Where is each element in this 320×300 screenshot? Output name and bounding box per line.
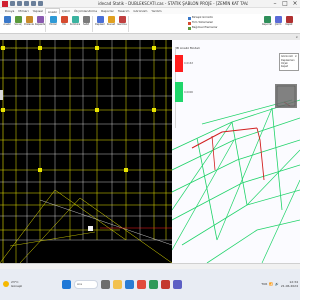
app-logo-icon <box>2 1 8 7</box>
save-icon[interactable] <box>24 1 29 6</box>
capacity-icon <box>36 16 44 23</box>
wifi-icon[interactable]: 📶 <box>269 282 273 286</box>
result-icon <box>14 16 22 23</box>
plan-side-scroll[interactable] <box>0 90 3 100</box>
stress-icon <box>118 16 126 23</box>
task-view-icon[interactable] <box>101 279 110 289</box>
force-icon <box>107 16 115 23</box>
weather-desc: Güneşli <box>11 284 23 288</box>
clock[interactable]: 12:34 21.06.2024 <box>281 280 298 288</box>
volume-icon[interactable]: 🔊 <box>275 282 279 286</box>
open-file-icon[interactable] <box>17 1 22 6</box>
combination-button[interactable]: Kombinasyon <box>70 15 80 33</box>
excel-icon[interactable] <box>149 279 158 289</box>
ribbon-panel: Analiz Sonuç Düzenle Kapasite Modal Yük … <box>0 14 300 34</box>
plan-drawing[interactable] <box>0 40 172 263</box>
ribbon-separator <box>128 16 129 32</box>
title-bar: idecad Statik - DUBLEKSCATI.cas - STATIK… <box>0 0 300 8</box>
analyze-icon <box>3 16 11 23</box>
ribbon-separator <box>45 16 46 32</box>
modal-icon <box>49 16 57 23</box>
close-button[interactable]: × <box>290 0 300 8</box>
option-independent-elements[interactable]: Bağımsız Elemanlar <box>188 26 218 30</box>
report-icon <box>263 16 271 23</box>
modal-button[interactable]: Modal <box>48 15 58 33</box>
clock-date: 21.06.2024 <box>280 284 298 288</box>
sun-icon <box>3 281 9 287</box>
model-mesh <box>172 99 300 263</box>
new-file-icon[interactable] <box>10 1 15 6</box>
load-icon <box>60 16 68 23</box>
all-loads-icon <box>188 21 191 25</box>
popup-close-icon[interactable]: × <box>294 54 297 58</box>
redo-icon[interactable] <box>38 1 43 6</box>
combination-icon <box>71 16 79 23</box>
maximize-button[interactable]: □ <box>280 0 290 8</box>
drawing-icon <box>274 16 282 23</box>
model-slab-block <box>275 84 297 108</box>
stress-button[interactable]: Gerilme <box>117 15 127 33</box>
force-button[interactable]: Kuvvet <box>106 15 116 33</box>
language-indicator[interactable]: TUR <box>261 282 267 286</box>
plan-view[interactable]: Plan Görünümü <box>0 34 172 263</box>
chrome-browser-icon[interactable] <box>137 279 146 289</box>
combined-view-icon <box>188 16 191 20</box>
load-button[interactable]: Yük <box>59 15 69 33</box>
start-menu-icon[interactable] <box>62 279 71 289</box>
plan-vertical-lines <box>2 40 167 263</box>
ribbon-group-loads: Modal Yük Kombinasyon Sabit <box>48 15 91 33</box>
close-panel-button[interactable]: Kapat <box>284 15 294 33</box>
idecad-app-icon[interactable] <box>161 279 170 289</box>
option-all-loads[interactable]: Tüm Yüklemeleri <box>188 21 218 25</box>
ribbon-separator <box>92 16 93 32</box>
fixed-icon <box>82 16 90 23</box>
displacement-button[interactable]: Deplasman <box>95 15 105 33</box>
ribbon-group-output: Raporlama Çizim Kapat <box>262 15 294 33</box>
edit-button[interactable]: Düzenle <box>24 15 34 33</box>
drawing-button[interactable]: Çizim <box>273 15 283 33</box>
taskbar-search[interactable]: Ara <box>74 279 98 289</box>
view-options-popup[interactable]: Görünüm × Deplasman Ölçek Kapat <box>279 53 299 71</box>
plan-horizontal-lines <box>0 47 172 241</box>
edge-browser-icon[interactable] <box>125 279 134 289</box>
app-window: idecad Statik - DUBLEKSCATI.cas - STATIK… <box>0 0 300 300</box>
window-controls: – □ × <box>270 0 300 8</box>
analyze-button[interactable]: Analiz <box>2 15 12 33</box>
option-combined-view[interactable]: Birleşik Görüntü <box>188 16 218 20</box>
ribbon-group-analysis: Analiz Sonuç Düzenle Kapasite <box>2 15 45 33</box>
edit-icon <box>25 16 33 23</box>
plan-diagonal-lines <box>0 189 172 263</box>
result-button[interactable]: Sonuç <box>13 15 23 33</box>
quick-access-toolbar <box>10 1 50 7</box>
fixed-button[interactable]: Sabit <box>81 15 91 33</box>
taskbar-apps: Ara <box>62 276 182 292</box>
teams-icon[interactable] <box>173 279 182 289</box>
displacement-icon <box>96 16 104 23</box>
system-tray: TUR 📶 🔊 12:34 21.06.2024 <box>261 276 298 292</box>
plan-columns <box>1 46 156 231</box>
undo-icon[interactable] <box>31 1 36 6</box>
close-panel-icon <box>285 16 293 23</box>
independent-elements-icon <box>188 26 191 30</box>
report-button[interactable]: Raporlama <box>262 15 272 33</box>
window-title: idecad Statik - DUBLEKSCATI.cas - STATIK… <box>98 1 248 6</box>
analysis-model-drawing[interactable] <box>172 40 300 263</box>
popup-row-close[interactable]: Kapat <box>280 65 298 68</box>
file-explorer-icon[interactable] <box>113 279 122 289</box>
capacity-button[interactable]: Kapasite <box>35 15 45 33</box>
taskbar: 23°C Güneşli Ara TUR 📶 🔊 12:34 21.06.202… <box>0 269 300 300</box>
minimize-button[interactable]: – <box>270 0 280 8</box>
analysis-3d-view[interactable]: 3B Analiz Modeli × 0.0163 0.0000 Görünüm… <box>172 34 300 263</box>
weather-widget[interactable]: 23°C Güneşli <box>3 277 33 291</box>
ribbon-option-list: Birleşik Görüntü Tüm Yüklemeleri Bağımsı… <box>188 16 218 30</box>
ribbon-group-results: Deplasman Kuvvet Gerilme <box>95 15 127 33</box>
